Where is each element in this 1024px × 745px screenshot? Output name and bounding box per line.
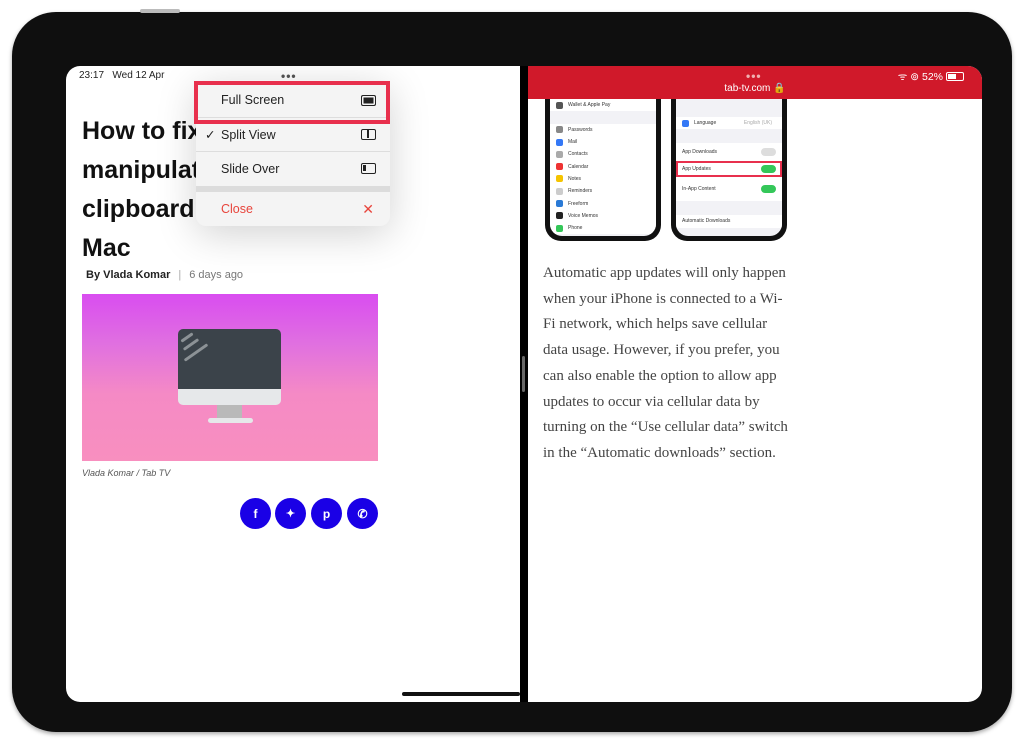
url-bar[interactable]: tab-tv.com 🔒	[528, 83, 982, 94]
separator: |	[178, 269, 182, 281]
row-label: Notes	[568, 175, 582, 182]
row-value: English (UK)	[743, 120, 772, 127]
checkmark-icon: ✓	[205, 128, 216, 142]
row-label: Language	[694, 120, 717, 127]
phone-screen: Language English (UK) App Downloads App U…	[676, 99, 782, 236]
row-label: Calendar	[568, 163, 589, 170]
app-icon	[556, 138, 563, 146]
split-divider-handle[interactable]	[522, 356, 525, 392]
clock: 23:17	[79, 70, 105, 81]
monitor-stand	[217, 405, 242, 418]
menu-label: Close	[221, 202, 253, 216]
author-link[interactable]: By Vlada Komar	[86, 269, 170, 281]
ipad-frame: 23:17 Wed 12 Apr ••• How to fix manipula…	[12, 12, 1012, 732]
status-bar-left: 23:17 Wed 12 Apr	[79, 70, 164, 81]
row-label: In-App Content	[682, 186, 716, 193]
image-caption: Vlada Komar / Tab TV	[82, 468, 171, 478]
row-label: App Downloads	[682, 149, 718, 156]
byline: By Vlada Komar | 6 days ago	[86, 269, 243, 281]
monitor-base	[208, 418, 253, 423]
close-icon: ✕	[362, 200, 374, 217]
row-label: Voice Memos	[568, 212, 599, 219]
row-label: Wallet & Apple Pay	[568, 102, 611, 109]
battery-icon	[946, 72, 964, 81]
settings-row: Passwords	[550, 123, 656, 136]
app-icon	[556, 212, 563, 220]
toggle-on[interactable]	[761, 185, 776, 194]
settings-row: Language English (UK)	[676, 117, 782, 130]
toggle-on[interactable]	[761, 165, 776, 174]
facebook-icon: f	[253, 506, 258, 521]
settings-row: Notes	[550, 172, 656, 186]
menu-label: Slide Over	[221, 161, 280, 176]
app-icon	[556, 126, 563, 134]
volume-button	[140, 9, 180, 13]
row-label: Phone	[568, 225, 583, 232]
date: Wed 12 Apr	[112, 70, 165, 81]
pinterest-share-button[interactable]: p	[311, 498, 342, 529]
whatsapp-share-button[interactable]: ✆	[347, 498, 378, 529]
monitor-icon	[178, 329, 281, 389]
slide-over-icon	[361, 163, 376, 174]
settings-row: Voice Memos	[550, 209, 656, 222]
app-icon	[556, 200, 563, 208]
pinterest-icon: p	[322, 506, 331, 521]
status-bar-right: ᯤ ⊚ 52%	[898, 70, 964, 84]
settings-row: Reminders	[550, 185, 656, 198]
menu-label: Split View	[221, 127, 276, 142]
facebook-share-button[interactable]: f	[240, 498, 271, 529]
settings-row	[550, 111, 656, 124]
twitter-icon: ✦	[285, 508, 296, 520]
right-pane: ••• tab-tv.com 🔒 ᯤ ⊚ 52% Wallet & Apple …	[528, 66, 982, 702]
settings-row: Freeform	[550, 197, 656, 210]
safari-header: ••• tab-tv.com 🔒 ᯤ ⊚ 52%	[528, 66, 982, 99]
settings-row: Calendar	[550, 160, 656, 173]
row-label: Passwords	[568, 126, 593, 133]
app-icon	[556, 224, 563, 232]
row-label: Contacts	[568, 151, 588, 158]
settings-row: Contacts	[550, 148, 656, 161]
wifi-icon: ᯤ ⊚	[897, 71, 920, 83]
settings-row: In-App Content	[676, 177, 782, 202]
toggle-off[interactable]	[761, 148, 776, 157]
row-label: App Updates	[682, 166, 711, 173]
article-paragraph: Automatic app updates will only happen w…	[543, 265, 788, 461]
full-screen-highlight	[194, 81, 390, 124]
menu-item-slide-over[interactable]: Slide Over	[196, 151, 390, 185]
settings-row: Automatic Downloads	[676, 215, 782, 228]
phone-screen: Wallet & Apple Pay Passwords Mail Contacts C…	[550, 99, 656, 236]
monitor-chin	[178, 389, 281, 405]
settings-row: Wallet & Apple Pay	[550, 99, 656, 112]
row-label: Mail	[568, 139, 578, 146]
settings-row-highlighted: App Updates	[676, 161, 782, 178]
split-view-icon	[361, 129, 376, 140]
app-icon	[556, 187, 563, 195]
menu-item-close[interactable]: Close ✕	[196, 192, 390, 226]
settings-row: Mail	[550, 135, 656, 149]
whatsapp-icon: ✆	[357, 506, 368, 521]
app-icon	[556, 163, 563, 171]
settings-row: Phone	[550, 221, 656, 235]
twitter-share-button[interactable]: ✦	[275, 498, 306, 529]
row-label: Automatic Downloads	[682, 218, 731, 225]
screen: 23:17 Wed 12 Apr ••• How to fix manipula…	[66, 66, 982, 702]
phone-screenshot-app-store: Language English (UK) App Downloads App U…	[671, 99, 787, 241]
app-icon	[556, 150, 563, 158]
app-icon	[556, 101, 563, 109]
left-pane: 23:17 Wed 12 Apr ••• How to fix manipula…	[66, 66, 520, 702]
app-icon	[556, 175, 563, 183]
title-line: Mac	[82, 234, 131, 262]
battery-percent: 52%	[921, 71, 943, 83]
row-label: Reminders	[568, 188, 593, 195]
post-date: 6 days ago	[189, 269, 244, 281]
hero-image	[82, 294, 378, 461]
row-label: Freeform	[568, 200, 589, 207]
settings-row: App Downloads	[676, 143, 782, 162]
phone-screenshot-settings: Wallet & Apple Pay Passwords Mail Contacts C…	[545, 99, 661, 241]
home-indicator[interactable]	[402, 692, 520, 696]
multitasking-button[interactable]: •••	[746, 69, 762, 83]
